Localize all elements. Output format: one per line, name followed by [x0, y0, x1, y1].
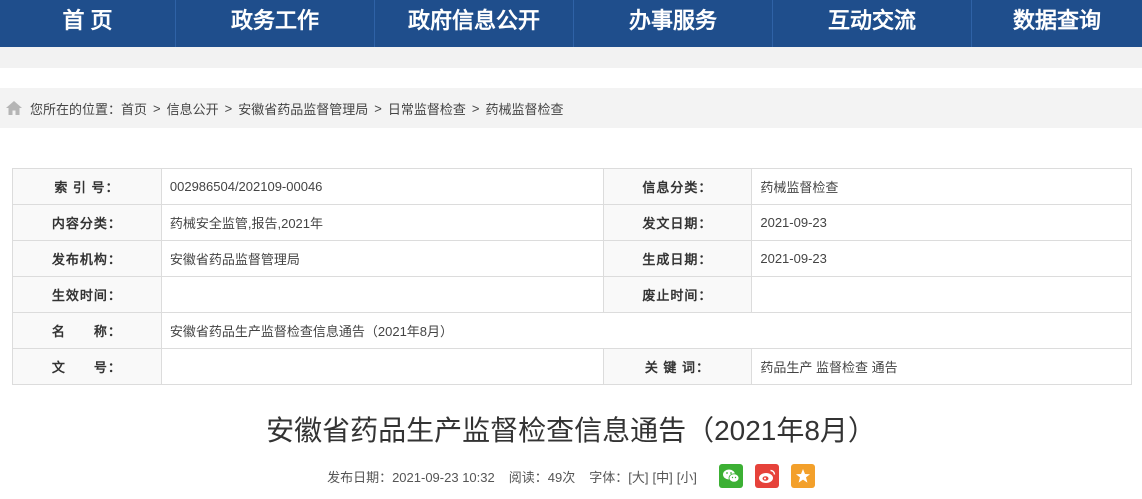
content-category-value: 药械安全监管,报告,2021年 [160, 204, 604, 241]
generated-date-value: 2021-09-23 [751, 240, 1132, 277]
info-category-value: 药械监督检查 [751, 168, 1132, 205]
document-number-value [160, 348, 604, 385]
table-row: 文 号： 关 键 词： 药品生产 监督检查 通告 [12, 348, 1132, 385]
breadcrumb-home[interactable]: 首页 [121, 99, 147, 118]
keywords-label: 关 键 词： [602, 348, 753, 385]
info-category-label: 信息分类： [602, 168, 753, 205]
article-title: 安徽省药品生产监督检查信息通告（2021年8月） [266, 415, 876, 446]
table-row: 发布机构： 安徽省药品监督管理局 生成日期： 2021-09-23 [12, 240, 1132, 277]
wechat-share-button[interactable] [718, 464, 743, 488]
table-row: 内容分类： 药械安全监管,报告,2021年 发文日期： 2021-09-23 [12, 204, 1132, 241]
breadcrumb-agency[interactable]: 安徽省药品监督管理局 [238, 99, 368, 118]
nav-item-interaction[interactable]: 互动交流 [773, 0, 972, 47]
publisher-label: 发布机构： [12, 240, 162, 277]
font-size-medium-button[interactable]: [中] [652, 467, 672, 486]
nav-item-data-query[interactable]: 数据查询 [972, 0, 1142, 47]
font-size-small-button[interactable]: [小] [677, 467, 697, 486]
breadcrumb-separator: > [374, 100, 382, 116]
breadcrumb-daily-inspection[interactable]: 日常监督检查 [388, 99, 466, 118]
nav-item-services[interactable]: 办事服务 [574, 0, 773, 47]
breadcrumb: 您所在的位置： 首页 > 信息公开 > 安徽省药品监督管理局 > 日常监督检查 … [0, 88, 1142, 128]
index-number-value: 002986504/202109-00046 [160, 168, 604, 205]
nav-shadow-band [0, 47, 1142, 68]
table-row: 索 引 号： 002986504/202109-00046 信息分类： 药械监督… [12, 168, 1132, 205]
article-info-bar: 发布日期：2021-09-23 10:32 阅读：49次 字体： [大] [中]… [0, 462, 1142, 490]
breadcrumb-separator: > [224, 100, 233, 116]
document-meta-table: 索 引 号： 002986504/202109-00046 信息分类： 药械监督… [12, 168, 1133, 385]
issue-date-label: 发文日期： [602, 204, 753, 241]
content-category-label: 内容分类： [12, 204, 162, 241]
nav-item-info-disclosure[interactable]: 政府信息公开 [375, 0, 574, 47]
breadcrumb-separator: > [153, 100, 161, 116]
font-size-large-button[interactable]: [大] [628, 467, 648, 486]
effective-time-value [160, 276, 604, 313]
breadcrumb-device-inspection[interactable]: 药械监督检查 [485, 99, 563, 118]
home-icon [5, 100, 23, 116]
favorite-button[interactable] [790, 464, 815, 488]
breadcrumb-info-disclosure[interactable]: 信息公开 [167, 99, 219, 118]
nav-item-home[interactable]: 首 页 [0, 0, 176, 47]
document-number-label: 文 号： [12, 348, 162, 385]
document-name-label: 名 称： [12, 312, 162, 349]
keywords-value: 药品生产 监督检查 通告 [751, 348, 1132, 385]
breadcrumb-separator: > [471, 100, 480, 116]
table-row: 生效时间： 废止时间： [12, 276, 1132, 313]
effective-time-label: 生效时间： [12, 276, 162, 313]
publish-date: 发布日期：2021-09-23 10:32 [327, 469, 495, 485]
view-count: 阅读：49次 [508, 469, 576, 485]
weibo-icon [758, 469, 776, 483]
breadcrumb-label: 您所在的位置： [30, 101, 122, 117]
abolish-time-label: 废止时间： [602, 276, 753, 313]
star-icon [795, 469, 810, 483]
weibo-share-button[interactable] [754, 464, 779, 488]
index-number-label: 索 引 号： [12, 168, 162, 205]
issue-date-value: 2021-09-23 [751, 204, 1132, 241]
generated-date-label: 生成日期： [602, 240, 753, 277]
top-nav: 首 页 政务工作 政府信息公开 办事服务 互动交流 数据查询 [0, 0, 1142, 47]
table-row: 名 称： 安徽省药品生产监督检查信息通告（2021年8月） [12, 312, 1133, 349]
wechat-icon [722, 469, 740, 483]
publisher-value: 安徽省药品监督管理局 [160, 240, 604, 277]
document-name-value: 安徽省药品生产监督检查信息通告（2021年8月） [160, 312, 1133, 349]
abolish-time-value [751, 276, 1132, 313]
nav-item-government-work[interactable]: 政务工作 [176, 0, 375, 47]
font-size-label: 字体： [589, 469, 629, 485]
